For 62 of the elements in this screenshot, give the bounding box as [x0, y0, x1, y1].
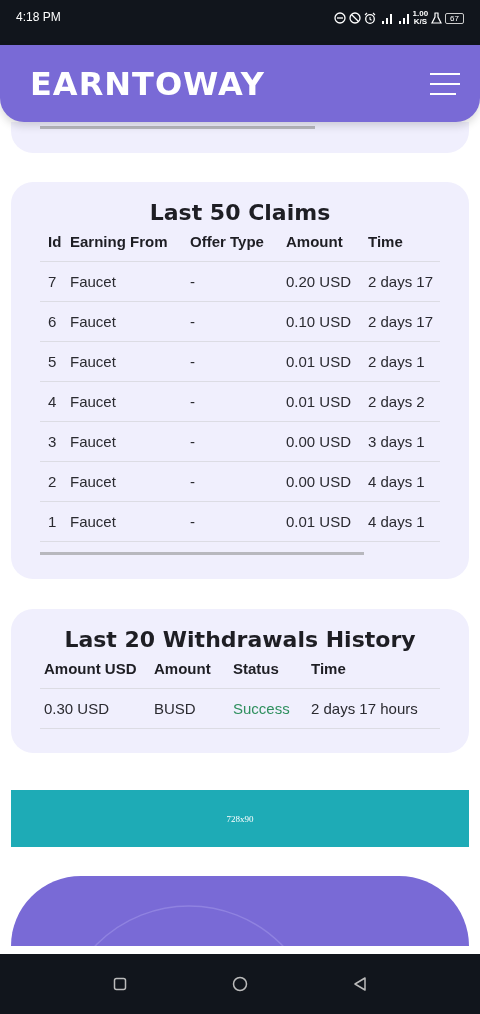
brand-logo: EARNTOWAY [30, 64, 265, 103]
table-cell: 3 days 1 [368, 421, 440, 461]
table-cell: 2 days 2 [368, 381, 440, 421]
table-cell: - [190, 461, 286, 501]
table-cell: Faucet [70, 501, 190, 542]
table-cell: 0.01 USD [286, 381, 368, 421]
status-text: Success [233, 688, 311, 729]
table-cell: 1 [40, 501, 70, 542]
table-cell: Faucet [70, 261, 190, 301]
column-header: Time [368, 233, 404, 252]
table-cell: 6 [40, 301, 70, 341]
table-cell: 4 days 1 [368, 501, 440, 542]
column-header: Amount [286, 233, 344, 252]
table-cell: Faucet [70, 461, 190, 501]
table-cell: Faucet [70, 421, 190, 461]
card-title: Last 20 Withdrawals History [63, 627, 417, 652]
table-cell: 3 [40, 421, 70, 461]
dnd-icon [333, 12, 346, 24]
table-cell: BUSD [154, 688, 233, 729]
alarm-icon [363, 12, 376, 24]
table-cell: 0.10 USD [286, 301, 368, 341]
table-cell: - [190, 501, 286, 542]
table-cell: Faucet [70, 381, 190, 421]
table-cell: 2 days 17 hours [311, 688, 440, 729]
table-cell: 0.00 USD [286, 421, 368, 461]
back-icon[interactable] [353, 976, 368, 992]
table-cell: - [190, 421, 286, 461]
table-cell: 2 days 17 [368, 301, 440, 341]
table-cell: 7 [40, 261, 70, 301]
table-cell: 4 days 1 [368, 461, 440, 501]
table-cell: 0.01 USD [286, 341, 368, 381]
column-header: Earning From [70, 233, 169, 252]
table-cell: Faucet [70, 341, 190, 381]
card-title: Last 50 Claims [148, 200, 332, 225]
status-time: 4:18 PM [16, 10, 61, 24]
column-header: Offer Type [190, 233, 265, 252]
table-cell: 0.01 USD [286, 501, 368, 542]
table-cell: 2 [40, 461, 70, 501]
table-cell: - [190, 341, 286, 381]
column-header: Time [311, 660, 347, 679]
table-cell: 2 days 1 [368, 341, 440, 381]
column-header: Status [233, 660, 280, 679]
table-cell: 0.20 USD [286, 261, 368, 301]
ad-banner: 728x90 [11, 790, 469, 847]
square-icon[interactable] [112, 977, 127, 991]
network-speed: 1.00 K/S [412, 10, 429, 26]
column-header: Amount [154, 660, 212, 679]
column-header: Id [47, 233, 63, 252]
flask-icon [431, 12, 443, 24]
home-icon[interactable] [232, 976, 248, 992]
table-cell: 5 [40, 341, 70, 381]
table-cell: 2 days 17 [368, 261, 440, 301]
table-cell: 0.30 USD [40, 688, 154, 729]
table-cell: - [190, 301, 286, 341]
battery-level: 67 [445, 12, 464, 24]
blocked-icon [348, 12, 361, 24]
table-cell: - [190, 381, 286, 421]
table-cell: Faucet [70, 301, 190, 341]
table-cell: 0.00 USD [286, 461, 368, 501]
column-header: Amount USD [43, 660, 138, 679]
table-cell: - [190, 261, 286, 301]
table-cell: 4 [40, 381, 70, 421]
